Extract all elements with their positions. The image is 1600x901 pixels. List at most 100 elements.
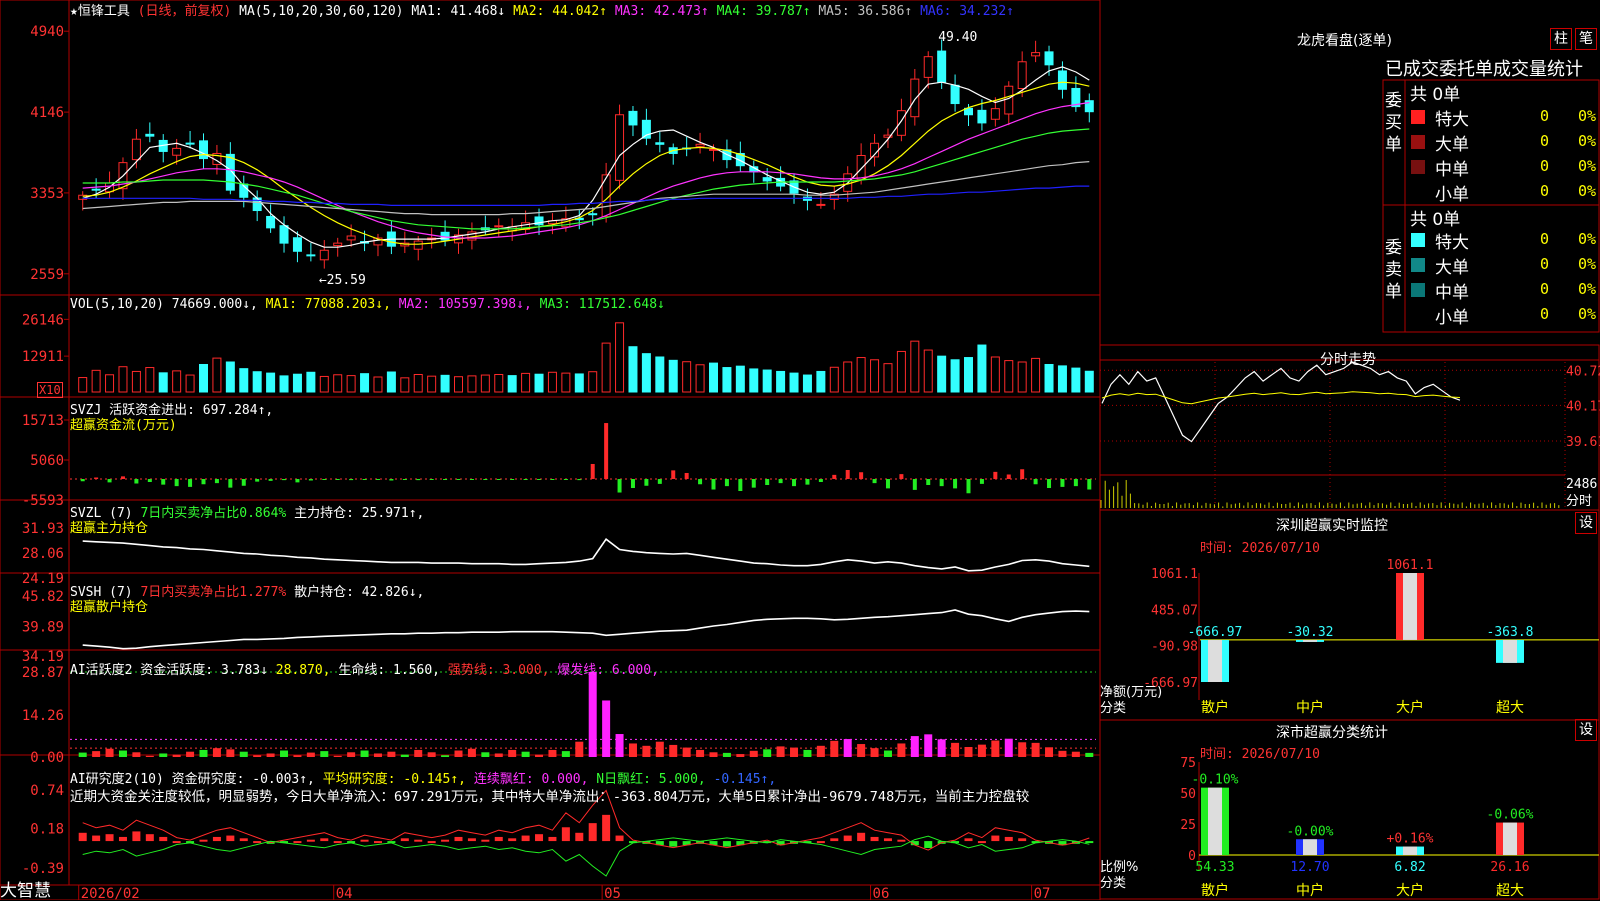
vol-legend: VOL(5,10,20) 74669.000↓, MA1: 77088.203↓…: [70, 297, 665, 312]
ai-res-bar: [1018, 838, 1027, 842]
svzl-ytick: 28.06: [22, 546, 64, 562]
svzj-bar: [630, 478, 635, 489]
svzj-bar: [711, 478, 716, 490]
vol-bar: [212, 357, 222, 393]
classify-xunit: 分类: [1100, 876, 1127, 891]
monitor-xunit: 分类: [1100, 701, 1127, 716]
vol-bar: [990, 356, 1000, 393]
ai-act-bar: [548, 749, 557, 757]
svzj-bar: [550, 478, 555, 480]
vol-bar: [1004, 360, 1014, 393]
svsh-ratio: 7日内买卖净占比1.277%: [140, 585, 287, 600]
svzj-bar: [577, 478, 582, 481]
vol-bar: [494, 373, 504, 393]
stock-name[interactable]: ★恒锋工具: [70, 4, 130, 19]
buy-row-name: 中单: [1435, 160, 1469, 180]
monitor-value-label: -30.32: [1287, 625, 1334, 640]
vol-ytick: 12911: [22, 349, 64, 365]
stock-chart-area[interactable]: 4940 4146 3353 2559 49.40 ←25.59 26146 12911 157…: [0, 0, 1600, 900]
svzj-bar: [295, 478, 300, 483]
svzj-bar: [1033, 478, 1038, 485]
ma-prefix: MA(5,10,20,30,60,120): [239, 4, 404, 19]
svzj-bar: [510, 478, 515, 480]
sell-total: 共 0单: [1410, 210, 1461, 230]
vol-bar: [762, 369, 772, 393]
vol-bar: [870, 359, 880, 393]
svzj-bar: [389, 478, 394, 481]
ai-act-bar: [1004, 738, 1013, 757]
vol-bar: [574, 373, 584, 393]
ai-res-bar: [306, 839, 315, 842]
price-candle: [1031, 52, 1041, 57]
ai-act-bar: [602, 700, 611, 757]
ai-res-bar: [883, 838, 892, 842]
svzj-bar: [469, 478, 474, 480]
price-candle: [1017, 61, 1027, 89]
ai-act-bar: [991, 740, 1000, 757]
vol-bar: [601, 342, 611, 393]
ai-act-bar: [682, 747, 691, 757]
monitor-bar-highlight: [1303, 639, 1317, 642]
ma5-legend: MA5: 36.586↑: [818, 4, 913, 19]
svzj-bar: [926, 478, 931, 486]
ai-act-bar: [763, 749, 772, 757]
price-candle: [896, 110, 906, 136]
svzj-bar: [335, 478, 340, 480]
svzj-bar: [80, 478, 85, 482]
vol-bar: [454, 376, 463, 393]
tab-column[interactable]: 柱: [1550, 28, 1572, 50]
ai-act-bar: [749, 750, 758, 757]
sell-side-label: 委卖单: [1385, 238, 1402, 302]
classify-time: 时间: 2026/07/10: [1200, 747, 1320, 762]
price-candle: [292, 237, 302, 252]
ai-act-bar: [293, 755, 302, 757]
price-candle: [266, 215, 276, 229]
svzj-bar: [1020, 469, 1025, 479]
price-candle: [655, 142, 665, 145]
tab-tick[interactable]: 笔: [1575, 28, 1597, 50]
classify-settings-button[interactable]: 设: [1575, 719, 1597, 741]
ai-act-bar: [145, 755, 154, 757]
ai-res-bar: [1004, 836, 1013, 842]
vol-bar: [266, 372, 276, 393]
ai-act-bar: [481, 752, 490, 757]
buy-row-name: 特大: [1435, 110, 1469, 130]
vol-unit-badge: X10: [37, 382, 63, 398]
ai-act-bar: [92, 751, 101, 757]
classify-change-label: -0.00%: [1287, 824, 1334, 839]
ai-act-bar: [360, 750, 369, 757]
vol-bar: [413, 373, 423, 393]
ai-act-bar: [736, 754, 745, 757]
ai-act-bar: [816, 745, 825, 757]
vol-bar: [615, 322, 625, 393]
svzj-bar: [1060, 478, 1065, 487]
ai-act-bar: [1031, 742, 1040, 757]
svzj-bar: [845, 469, 850, 479]
svzj-bar: [375, 478, 380, 480]
ai-act-bar: [870, 748, 879, 757]
sell-row-name: 中单: [1435, 283, 1469, 303]
ai-act-bar: [951, 742, 960, 757]
price-candle: [628, 110, 638, 126]
ai-act-bar: [508, 749, 517, 757]
classify-ytick: 75: [1180, 756, 1196, 771]
buy-row-pct: 0%: [1578, 182, 1597, 200]
svzj-bar: [939, 478, 944, 487]
ai-act-bar: [857, 744, 866, 757]
buy-side-label: 委买单: [1385, 91, 1402, 155]
ai-act-bar: [172, 754, 181, 757]
ai-act-bar: [467, 748, 476, 757]
svzj-bar: [1073, 478, 1078, 487]
svzj-bar: [161, 478, 166, 485]
ai-act-bar: [159, 753, 168, 757]
price-candle: [588, 213, 598, 216]
ai-res-bar: [575, 832, 584, 842]
ai-res-bar: [132, 831, 141, 842]
svzj-bar: [590, 463, 595, 479]
ai-act-bar: [266, 753, 275, 757]
price-candle: [413, 240, 423, 250]
ai-act-prefix: AI活跃度2 资金活跃度: 3.783↓: [70, 663, 268, 678]
price-candle: [910, 78, 920, 118]
price-ytick: 4940: [30, 24, 64, 40]
monitor-settings-button[interactable]: 设: [1575, 512, 1597, 534]
